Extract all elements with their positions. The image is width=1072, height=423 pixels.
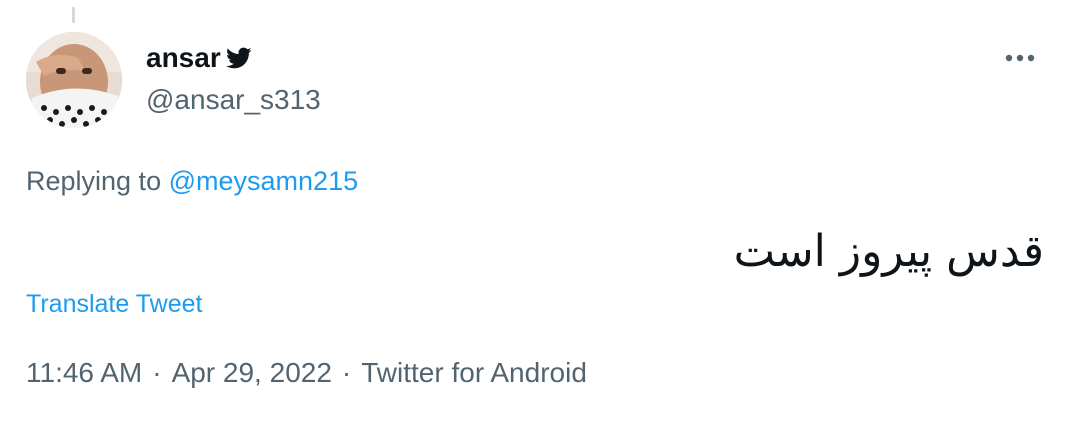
replying-to-link[interactable]: @meysamn215 <box>169 166 359 196</box>
more-options-button[interactable] <box>1002 44 1038 72</box>
thread-connector-line <box>72 7 75 23</box>
author-display-name[interactable]: ansar <box>146 42 221 74</box>
meta-separator: · <box>152 357 162 388</box>
replying-to-line: Replying to @meysamn215 <box>26 166 358 197</box>
tweet-date[interactable]: Apr 29, 2022 <box>172 357 332 389</box>
author-name-row[interactable]: ansar <box>146 42 254 74</box>
translate-tweet-link[interactable]: Translate Tweet <box>26 290 202 319</box>
twitter-bird-icon <box>224 45 254 71</box>
avatar[interactable] <box>26 32 122 128</box>
tweet-metadata: 11:46 AM · Apr 29, 2022 · Twitter for An… <box>26 357 587 389</box>
tweet-text: قدس پیروز است <box>733 226 1044 277</box>
tweet-time[interactable]: 11:46 AM <box>26 357 142 389</box>
avatar-image <box>26 32 122 128</box>
author-handle[interactable]: @ansar_s313 <box>146 84 321 116</box>
tweet-source: Twitter for Android <box>361 357 587 388</box>
meta-separator: · <box>341 357 352 388</box>
replying-to-label: Replying to <box>26 166 162 196</box>
more-dots-icon <box>1005 54 1035 62</box>
